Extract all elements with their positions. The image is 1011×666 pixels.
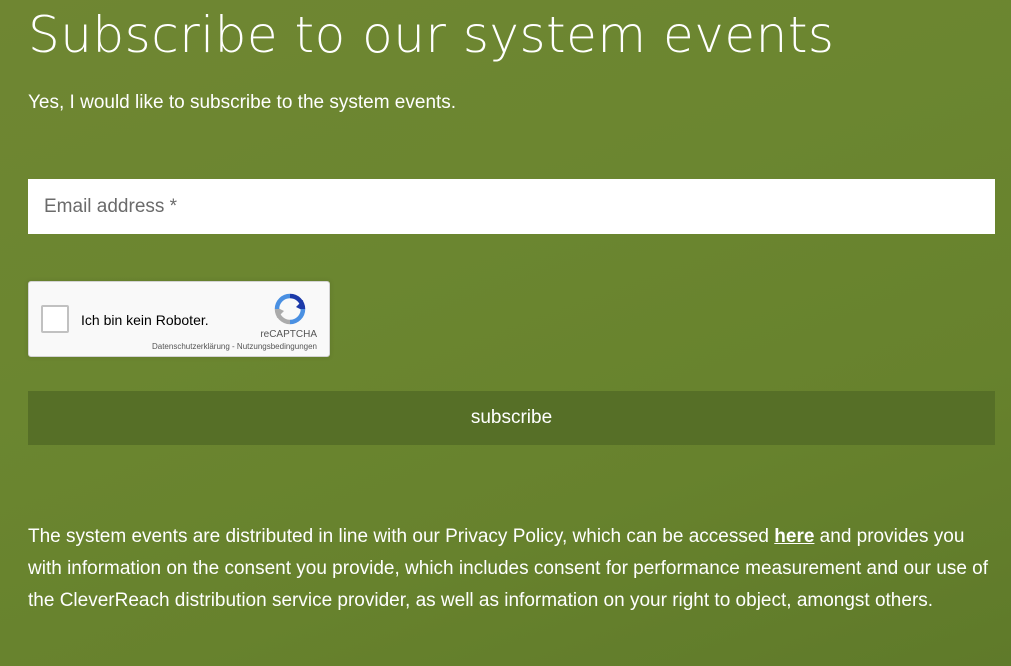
privacy-notice-text-before: The system events are distributed in lin… [28, 526, 775, 547]
recaptcha-brand: reCAPTCHA [260, 329, 317, 340]
recaptcha-logo-icon [274, 293, 306, 325]
recaptcha-links: Datenschutzerklärung - Nutzungsbedingung… [152, 342, 317, 351]
recaptcha-links-separator: - [229, 342, 237, 351]
privacy-notice: The system events are distributed in lin… [28, 521, 993, 617]
subscribe-button[interactable]: subscribe [28, 391, 995, 445]
email-field[interactable] [28, 179, 995, 234]
recaptcha-widget: Ich bin kein Roboter. reCAPTCHA Datensch… [28, 281, 330, 357]
page-title: Subscribe to our system events [28, 6, 835, 64]
recaptcha-privacy-link[interactable]: Datenschutzerklärung [152, 342, 230, 351]
recaptcha-label: Ich bin kein Roboter. [81, 312, 209, 328]
recaptcha-terms-link[interactable]: Nutzungsbedingungen [237, 342, 317, 351]
subscribe-intro-text: Yes, I would like to subscribe to the sy… [28, 92, 457, 113]
recaptcha-checkbox[interactable] [41, 305, 69, 333]
privacy-policy-link[interactable]: here [774, 526, 814, 547]
